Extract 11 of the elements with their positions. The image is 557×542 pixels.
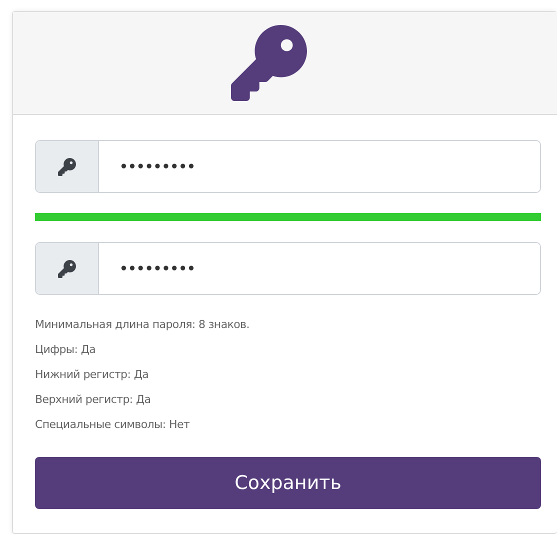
password-rule: Специальные символы: Нет bbox=[35, 417, 191, 433]
password-rule: Нижний регистр: Да bbox=[35, 367, 150, 383]
key-icon bbox=[58, 260, 76, 278]
key-icon bbox=[58, 158, 76, 176]
password-field[interactable]: ••••••••• bbox=[35, 242, 541, 295]
password-rule: Верхний регистр: Да bbox=[35, 392, 152, 408]
password-rule: Минимальная длина пароля: 8 знаков. bbox=[35, 317, 250, 333]
password-rule: Цифры: Да bbox=[35, 342, 97, 358]
save-button[interactable]: Сохранить bbox=[35, 457, 541, 509]
password-field[interactable]: ••••••••• bbox=[35, 140, 541, 193]
key-icon bbox=[231, 25, 307, 101]
